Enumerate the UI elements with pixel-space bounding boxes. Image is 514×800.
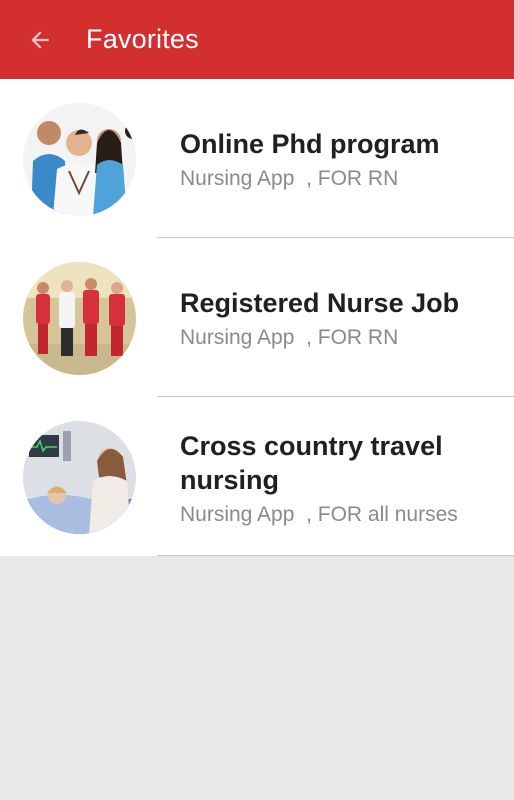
nurses-hallway-thumbnail	[23, 262, 136, 375]
item-subtitle: Nursing App , FOR RN	[180, 326, 399, 349]
item-subtitle: Nursing App , FOR all nurses	[180, 503, 458, 526]
item-subtitle: Nursing App , FOR RN	[180, 167, 399, 190]
nurses-group-thumbnail	[23, 103, 136, 216]
page-title: Favorites	[86, 24, 199, 54]
back-button[interactable]	[20, 20, 60, 60]
item-title: Online Phd program	[180, 129, 440, 159]
favorite-item-cross-country-travel[interactable]: Cross country travel nursing Nursing App…	[0, 397, 514, 556]
item-title: Cross country travel nursing	[180, 431, 443, 495]
patient-care-thumbnail	[23, 421, 136, 534]
app-bar: Favorites	[0, 0, 514, 79]
item-title: Registered Nurse Job	[180, 288, 460, 318]
arrow-left-icon	[31, 30, 49, 49]
favorite-item-online-phd[interactable]: Online Phd program Nursing App , FOR RN	[0, 79, 514, 238]
favorite-item-registered-nurse-job[interactable]: Registered Nurse Job Nursing App , FOR R…	[0, 238, 514, 397]
favorites-list: Online Phd program Nursing App , FOR RN	[0, 79, 514, 556]
